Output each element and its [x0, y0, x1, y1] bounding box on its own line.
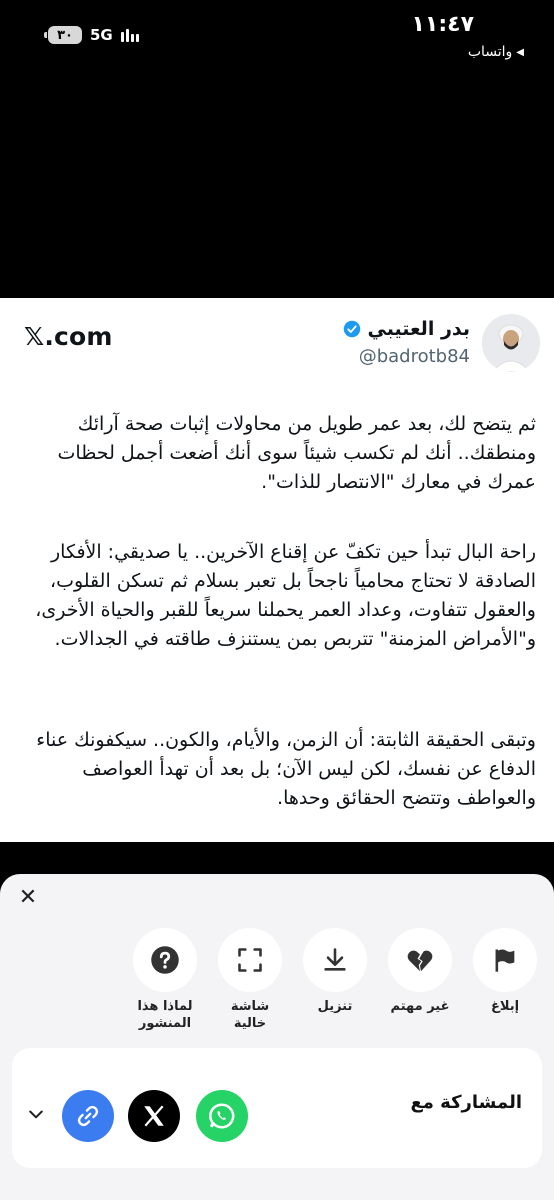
share-whatsapp-button[interactable] — [196, 1090, 248, 1142]
x-icon — [144, 1105, 164, 1127]
author-handle[interactable]: @badrotb84 — [359, 346, 470, 367]
verified-badge-icon — [344, 320, 361, 338]
back-to-app-link[interactable]: واتساب ◀ — [468, 44, 524, 60]
download-button[interactable]: تنزيل — [300, 928, 370, 1015]
download-label: تنزيل — [317, 999, 353, 1014]
close-icon: ✕ — [18, 885, 38, 910]
why-this-post-button[interactable]: لماذا هذا المنشور — [130, 928, 200, 1032]
flag-icon — [495, 949, 515, 972]
tweet-card: بدر العتيبي @badrotb84 𝕏.com ثم يتضح لك،… — [0, 298, 554, 842]
link-icon — [77, 1105, 99, 1127]
share-with-label: المشاركة مع — [410, 1092, 522, 1113]
author-row[interactable]: بدر العتيبي — [343, 318, 470, 340]
share-sheet: ✕ إبلاغ غير مهتم تنزيل شاشة خالية لماذا … — [0, 874, 554, 1200]
avatar[interactable] — [482, 314, 540, 372]
site-label: 𝕏.com — [24, 322, 113, 351]
whatsapp-icon — [209, 1103, 235, 1129]
fullscreen-button[interactable]: شاشة خالية — [215, 928, 285, 1032]
close-button[interactable]: ✕ — [16, 886, 40, 910]
share-row: المشاركة مع — [12, 1048, 542, 1168]
not-interested-button[interactable]: غير مهتم — [385, 928, 455, 1015]
battery-level: ٣٠ — [57, 27, 73, 43]
share-x-button[interactable] — [128, 1090, 180, 1142]
fullscreen-icon — [238, 948, 262, 972]
chevron-down-icon — [29, 1110, 43, 1119]
avatar-image — [482, 314, 540, 372]
why-this-post-label: لماذا هذا المنشور — [137, 999, 193, 1031]
download-icon — [324, 948, 346, 971]
tweet-paragraph-1: ثم يتضح لك، بعد عمر طويل من محاولات إثبا… — [57, 413, 536, 493]
expand-share-button[interactable] — [26, 1104, 46, 1128]
report-label: إبلاغ — [490, 999, 520, 1014]
question-icon — [151, 946, 179, 974]
not-interested-label: غير مهتم — [390, 999, 450, 1014]
tweet-paragraph-2: راحة البال تبدأ حين تكفّ عن إقناع الآخري… — [35, 541, 536, 650]
back-app-label: واتساب — [467, 44, 513, 60]
author-name: بدر العتيبي — [367, 318, 470, 340]
status-time: ١١:٤٧ — [411, 12, 474, 37]
report-button[interactable]: إبلاغ — [470, 928, 540, 1015]
tweet-paragraph-3: وتبقى الحقيقة الثابتة: أن الزمن، والأيام… — [36, 729, 536, 809]
back-triangle-icon: ◀ — [516, 46, 524, 58]
share-link-button[interactable] — [62, 1090, 114, 1142]
fullscreen-label: شاشة خالية — [230, 999, 270, 1031]
signal-icon — [120, 28, 139, 42]
broken-heart-icon — [407, 950, 433, 972]
status-indicators: ٣٠ 5G — [44, 26, 139, 44]
battery-icon: ٣٠ — [44, 26, 82, 44]
network-type: 5G — [90, 26, 113, 44]
